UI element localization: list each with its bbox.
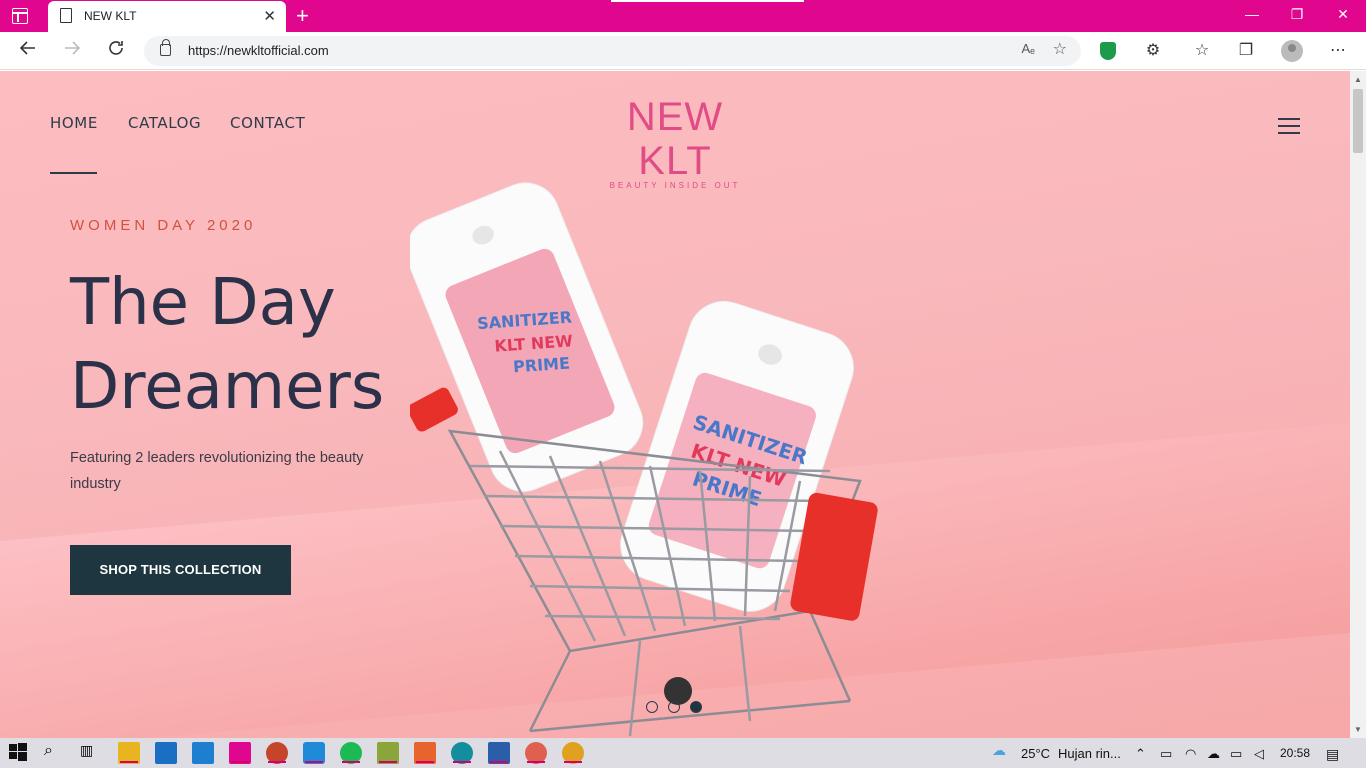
mail-icon[interactable]: [192, 742, 214, 764]
weather-text[interactable]: Hujan rin...: [1058, 746, 1121, 761]
back-arrow-icon: [19, 41, 35, 55]
nav-contact[interactable]: CONTACT: [230, 114, 305, 132]
page-icon: [60, 8, 72, 23]
slider-dot-3[interactable]: [690, 701, 702, 713]
extensions-icon[interactable]: ⚙: [1141, 39, 1165, 63]
address-toolbar: https://newkltofficial.com Aₑ ☆ ⚙ ☆ ❐ ⋯: [0, 32, 1366, 70]
drag-indicator: [611, 0, 804, 2]
xampp-icon[interactable]: [414, 742, 436, 764]
new-tab-button[interactable]: +: [296, 3, 309, 29]
wifi-icon[interactable]: ◠: [1185, 746, 1196, 762]
logo-brand: NEW KLT: [626, 95, 724, 183]
refresh-icon: [109, 41, 123, 55]
add-favorite-icon[interactable]: ☆: [1053, 39, 1067, 59]
shield-extension-icon[interactable]: [1100, 42, 1116, 60]
maximize-button[interactable]: ❐: [1287, 6, 1307, 23]
read-aloud-icon[interactable]: Aₑ: [1021, 41, 1035, 56]
windows-taskbar: ⌕ ▥ ☁ 25°C Hujan rin... ⌃ ▭ ◠ ☁ ▭ ◁ 20:5…: [0, 738, 1366, 768]
nav-catalog[interactable]: CATALOG: [128, 114, 201, 132]
weather-icon[interactable]: ☁: [992, 742, 1014, 764]
back-button[interactable]: [15, 38, 41, 64]
hero-headline: The Day Dreamers: [70, 266, 385, 424]
battery-icon[interactable]: ▭: [1230, 746, 1242, 762]
notifications-icon[interactable]: ▤: [1326, 746, 1339, 763]
favorites-icon[interactable]: ☆: [1190, 39, 1214, 63]
clock[interactable]: 20:58: [1280, 746, 1310, 760]
scroll-down-icon[interactable]: ▼: [1354, 725, 1362, 734]
pinned-app-icon[interactable]: [229, 742, 251, 764]
slider-dot-2[interactable]: [668, 701, 680, 713]
spotify-icon[interactable]: [340, 742, 362, 764]
url-text[interactable]: https://newkltofficial.com: [188, 43, 329, 58]
title-bar: NEW KLT ✕ + — ❐ ✕: [0, 0, 1366, 32]
lock-icon: [160, 39, 171, 56]
hamburger-menu-icon[interactable]: [1278, 118, 1300, 134]
pinned-app-icon-2[interactable]: [525, 742, 547, 764]
hero-product-image: SANITIZER KLT NEW PRIME SANITIZER KLT NE…: [410, 182, 878, 737]
lambda-app-icon[interactable]: [377, 742, 399, 764]
hero-eyebrow: WOMEN DAY 2020: [70, 217, 257, 234]
minimize-button[interactable]: —: [1242, 6, 1262, 22]
volume-icon[interactable]: ◁: [1254, 746, 1264, 762]
slider-dot-1[interactable]: [646, 701, 658, 713]
more-menu-icon[interactable]: ⋯: [1326, 39, 1350, 63]
nav-home[interactable]: HOME: [50, 114, 98, 132]
search-icon[interactable]: ⌕: [44, 742, 66, 764]
collections-icon[interactable]: ❐: [1234, 39, 1258, 63]
tray-chevron-icon[interactable]: ⌃: [1135, 746, 1146, 762]
scrollbar-thumb[interactable]: [1353, 89, 1363, 153]
forward-arrow-icon: [65, 41, 81, 55]
onedrive-icon[interactable]: ☁: [1207, 746, 1220, 762]
tab-actions-icon[interactable]: [12, 8, 28, 24]
active-nav-underline: [50, 172, 97, 174]
cart-handle: [410, 387, 458, 432]
close-tab-icon[interactable]: ✕: [263, 7, 276, 25]
browser-tab[interactable]: NEW KLT ✕: [48, 1, 286, 32]
vscode-icon[interactable]: [303, 742, 325, 764]
word-icon[interactable]: [488, 742, 510, 764]
task-view-icon[interactable]: ▥: [80, 742, 102, 764]
hero-description: Featuring 2 leaders revolutionizing the …: [70, 450, 364, 492]
forward-button[interactable]: [59, 38, 85, 64]
file-explorer-icon[interactable]: [118, 742, 140, 764]
scroll-up-icon[interactable]: ▲: [1354, 75, 1362, 84]
weather-temp[interactable]: 25°C: [1021, 746, 1050, 761]
store-icon[interactable]: [155, 742, 177, 764]
edge-icon[interactable]: [451, 742, 473, 764]
page-scrollbar[interactable]: ▲ ▼: [1350, 71, 1366, 738]
web-page: HOME CATALOG CONTACT NEW KLT BEAUTY INSI…: [0, 71, 1350, 738]
meet-now-icon[interactable]: ▭: [1160, 746, 1172, 762]
tab-title: NEW KLT: [84, 9, 137, 23]
refresh-button[interactable]: [103, 38, 129, 64]
powerpoint-icon[interactable]: [266, 742, 288, 764]
chrome-icon[interactable]: [562, 742, 584, 764]
slider-dots: [646, 701, 706, 713]
svg-text:PRIME: PRIME: [512, 353, 570, 376]
windows-start-icon[interactable]: [8, 742, 30, 764]
address-bar[interactable]: https://newkltofficial.com Aₑ ☆: [144, 36, 1081, 66]
shop-collection-button[interactable]: SHOP THIS COLLECTION: [70, 545, 291, 595]
close-window-button[interactable]: ✕: [1333, 6, 1353, 23]
profile-avatar[interactable]: [1281, 40, 1303, 62]
